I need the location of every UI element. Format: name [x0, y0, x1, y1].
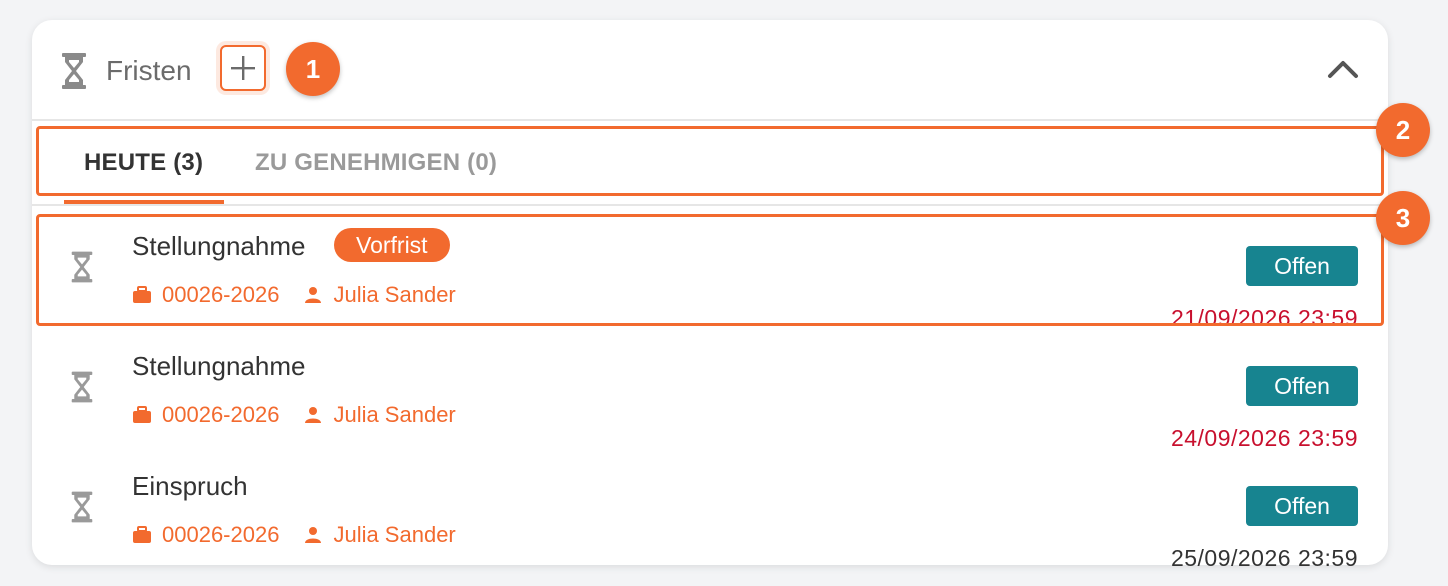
due-date: 24/09/2026 23:59: [1170, 425, 1358, 451]
list-item[interactable]: Einspruch 00026-2026 Julia Sander Offen …: [32, 454, 1388, 574]
user-icon: [305, 527, 322, 543]
briefcase-icon: [133, 406, 151, 423]
due-date: 25/09/2026 23:59: [1170, 545, 1358, 571]
hourglass-icon: [62, 53, 86, 89]
status-badge: Offen: [1246, 486, 1358, 526]
assignee-name[interactable]: Julia Sander: [333, 522, 455, 548]
annotation-marker-3: 3: [1376, 191, 1430, 245]
hourglass-icon: [71, 491, 93, 523]
annotation-marker-2: 2: [1376, 103, 1430, 157]
deadline-meta: 00026-2026 Julia Sander: [132, 402, 456, 428]
row-highlight-frame: [36, 214, 1384, 326]
list-item[interactable]: Stellungnahme 00026-2026 Julia Sander Of…: [32, 334, 1388, 454]
assignee-name[interactable]: Julia Sander: [333, 402, 455, 428]
briefcase-icon: [133, 526, 151, 543]
case-number[interactable]: 00026-2026: [162, 522, 279, 548]
deadline-meta: 00026-2026 Julia Sander: [132, 522, 456, 548]
panel-header: Fristen: [32, 20, 1388, 120]
chevron-up-icon[interactable]: [1326, 54, 1360, 84]
hourglass-icon: [71, 371, 93, 403]
tab-today[interactable]: HEUTE (3): [84, 148, 203, 178]
annotation-marker-1: 1: [286, 42, 340, 96]
tab-to-approve[interactable]: ZU GENEHMIGEN (0): [255, 148, 497, 178]
deadline-title: Einspruch: [132, 471, 248, 501]
panel-title: Fristen: [106, 55, 192, 86]
header-divider: [32, 119, 1388, 121]
deadline-title: Stellungnahme: [132, 351, 306, 381]
status-badge: Offen: [1246, 366, 1358, 406]
add-deadline-button[interactable]: [220, 45, 266, 91]
deadlines-panel: Fristen HEUTE (3) ZU GENEHMIGEN (0) Stel…: [32, 20, 1430, 571]
user-icon: [305, 407, 322, 423]
tabs-highlight-frame: [36, 126, 1384, 196]
tabs-divider: [32, 204, 1388, 206]
case-number[interactable]: 00026-2026: [162, 402, 279, 428]
plus-icon: [231, 56, 255, 80]
